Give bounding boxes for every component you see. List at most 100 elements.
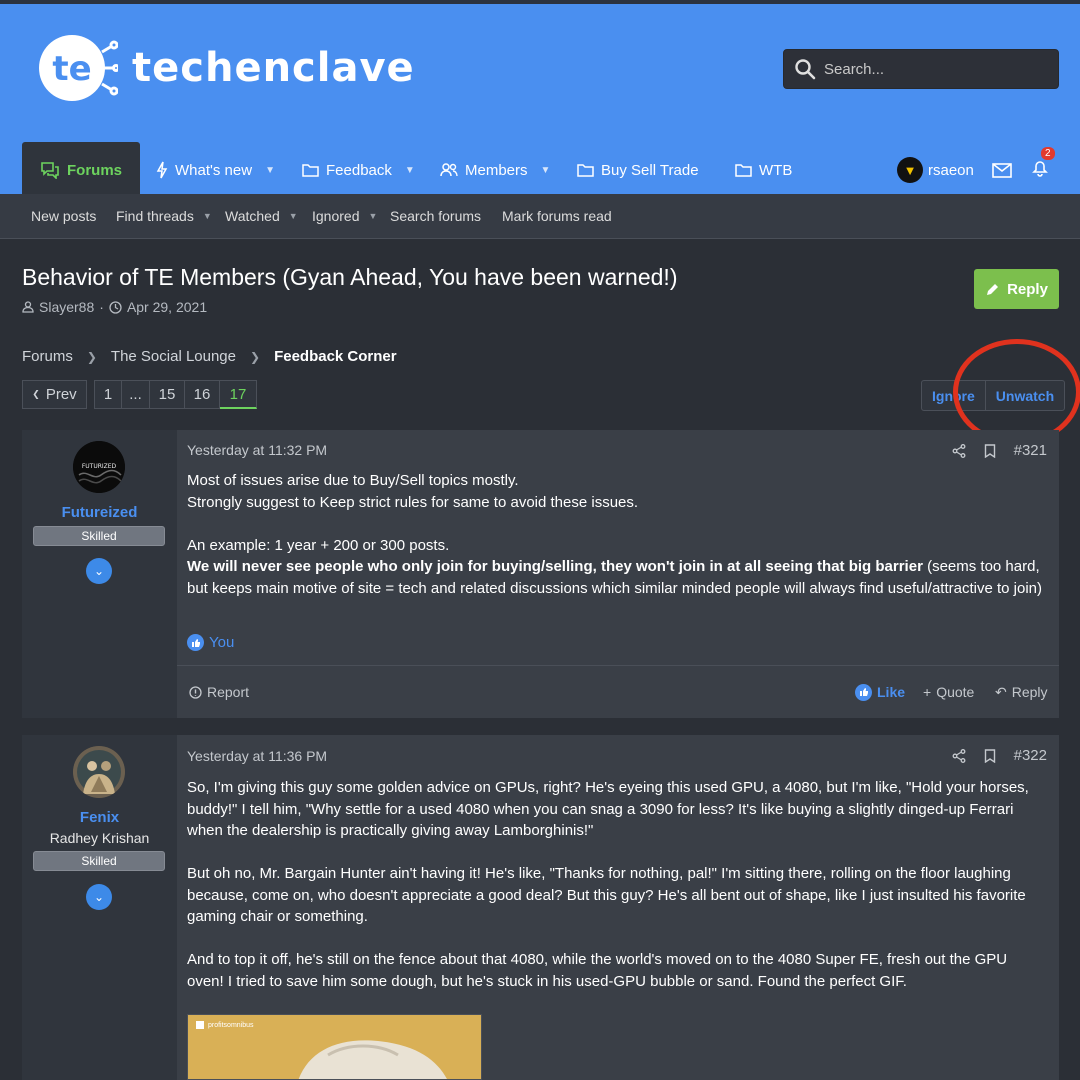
thread-author[interactable]: Slayer88 [39,299,94,315]
page-label: 15 [158,386,176,403]
post-paragraph: And to top it off, he's still on the fen… [187,951,1008,990]
like-reaction-icon [187,634,204,651]
page-17[interactable]: 17 [220,380,257,409]
chevron-down-icon[interactable]: ▼ [541,165,551,176]
subnav-watched[interactable]: Watched ▼ [225,194,298,238]
post-paragraph: We will never see people who only join f… [187,556,1047,599]
avatar[interactable] [73,746,125,798]
post-user-panel: FUTURIZED Futureized Skilled ⌄ [22,430,177,718]
nav-members[interactable]: Members ▼ [440,142,550,198]
nav-buy-sell-trade-label: Buy Sell Trade [601,161,699,179]
username[interactable]: Fenix [22,809,177,826]
breadcrumb-social-lounge[interactable]: The Social Lounge [111,348,236,365]
site-logo[interactable]: te techenclave [38,34,415,102]
breadcrumb: Forums ❯ The Social Lounge ❯ Feedback Co… [22,348,397,365]
page-ellipsis[interactable]: ... [122,380,150,409]
reply-button[interactable]: Reply [974,269,1059,309]
plus-icon: + [923,684,932,700]
chevron-down-icon[interactable]: ▼ [203,211,212,221]
quote-button[interactable]: + Quote [923,666,974,718]
embedded-gif[interactable]: profitsomnibus [187,1014,482,1080]
subnav-search-forums[interactable]: Search forums [390,194,481,238]
post-number[interactable]: #322 [1014,747,1047,764]
chevron-down-icon[interactable]: ▼ [368,211,377,221]
post-time[interactable]: Yesterday at 11:32 PM [187,442,327,458]
subnav-label: New posts [31,208,97,224]
flash-icon [156,161,168,179]
quote-label: Quote [936,684,975,700]
nav-buy-sell-trade[interactable]: Buy Sell Trade [577,142,699,198]
post-user-panel: Fenix Radhey Krishan Skilled ⌄ [22,735,177,1080]
nav-forums[interactable]: Forums [22,142,141,198]
post-line: An example: 1 year + 200 or 300 posts. [187,536,450,554]
post-tools: #321 [952,442,1047,459]
share-icon[interactable] [952,748,966,763]
subnav-label: Search forums [390,208,482,224]
page-15[interactable]: 15 [150,380,185,409]
chevron-down-icon[interactable]: ▼ [405,165,415,176]
sub-nav: New posts Find threads ▼ Watched ▼ Ignored… [0,194,1080,239]
user-title: Radhey Krishan [49,830,150,846]
like-button[interactable]: Like [855,666,905,718]
report-label: Report [207,684,250,700]
chevron-down-icon[interactable]: ▼ [289,211,298,221]
subnav-mark-forums-read[interactable]: Mark forums read [502,194,612,238]
post-bold-text: We will never see people who only join f… [187,558,923,575]
expand-user-info-button[interactable]: ⌄ [86,884,112,910]
notification-count-badge: 2 [1041,146,1055,160]
fenix-avatar-image [73,746,125,798]
breadcrumb-feedback-corner[interactable]: Feedback Corner [274,348,397,365]
post-paragraph: But oh no, Mr. Bargain Hunter ain't havi… [187,865,1026,925]
techenclave-logo-icon: te [39,35,118,101]
page-16[interactable]: 16 [185,380,220,409]
thread-meta: Slayer88 · Apr 29, 2021 [22,299,207,315]
folder-icon [302,164,319,177]
bookmark-icon[interactable] [984,748,996,763]
reaction-users[interactable]: You [209,634,234,651]
bookmark-icon[interactable] [984,443,996,458]
chevron-down-icon[interactable]: ▼ [265,165,275,176]
reply-post-button[interactable]: ↶ Reply [995,666,1048,718]
alerts-button[interactable]: 2 [1031,142,1055,198]
user-account[interactable]: ▼ rsaeon [897,142,974,198]
nav-whats-new[interactable]: What's new ▼ [156,142,275,198]
subnav-new-posts[interactable]: New posts [31,194,96,238]
reactions-bar[interactable]: You [187,634,234,651]
meta-separator: · [99,299,104,315]
avatar[interactable]: FUTURIZED [73,441,125,493]
thread-date[interactable]: Apr 29, 2021 [127,299,207,315]
subnav-ignored[interactable]: Ignored ▼ [312,194,377,238]
breadcrumb-forums[interactable]: Forums [22,348,73,365]
alert-circle-icon [189,685,202,699]
nav-whats-new-label: What's new [175,161,253,179]
pencil-icon [987,283,999,295]
post-content: Most of issues arise due to Buy/Sell top… [187,470,1047,599]
gif-image [298,1040,447,1079]
chevron-left-icon: ❮ [32,389,40,399]
nav-forums-label: Forums [67,161,123,179]
nav-wtb[interactable]: WTB [735,142,792,198]
nav-feedback[interactable]: Feedback ▼ [302,142,415,198]
bell-icon [1032,160,1048,177]
inbox-button[interactable] [992,142,1012,198]
subnav-label: Mark forums read [502,208,612,224]
post-number[interactable]: #321 [1014,442,1047,459]
chevron-right-icon: ❯ [250,349,261,364]
report-button[interactable]: Report [189,666,249,718]
site-name: techenclave [132,45,415,91]
search-icon [795,59,816,80]
username[interactable]: Futureized [22,504,177,521]
post-321: FUTURIZED Futureized Skilled ⌄ Yesterday… [22,430,1059,718]
search-input[interactable] [824,60,1044,78]
nav-feedback-label: Feedback [326,161,392,179]
search-box[interactable] [783,49,1059,89]
share-icon[interactable] [952,443,966,458]
nav-wtb-label: WTB [759,161,793,179]
prev-page-button[interactable]: ❮ Prev [22,380,87,409]
subnav-find-threads[interactable]: Find threads ▼ [116,194,212,238]
post-time[interactable]: Yesterday at 11:36 PM [187,748,327,764]
reply-arrow-icon: ↶ [995,683,1007,700]
expand-user-info-button[interactable]: ⌄ [86,558,112,584]
envelope-icon [992,162,1012,178]
page-1[interactable]: 1 [94,380,122,409]
